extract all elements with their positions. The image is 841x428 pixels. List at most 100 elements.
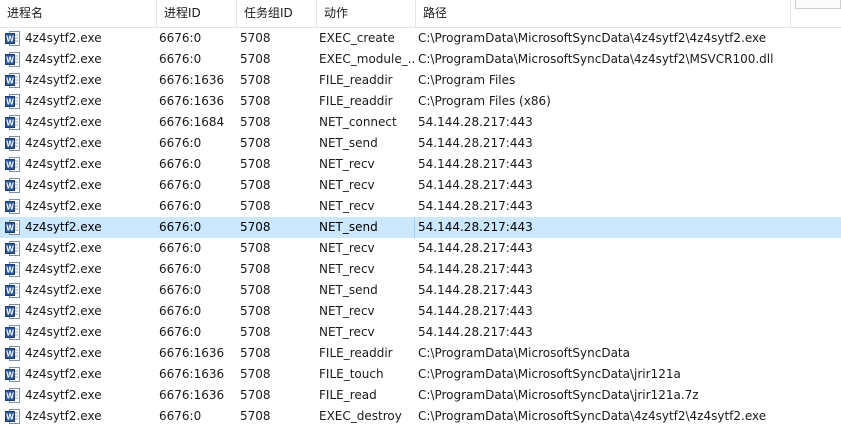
action-cell: NET_send [319,220,378,234]
task-group-id-cell: 5708 [240,157,271,171]
path-cell: C:\ProgramData\MicrosoftSyncData [418,346,630,360]
svg-text:W: W [6,371,14,380]
process-id-cell: 6676:0 [159,157,202,171]
path-cell: C:\ProgramData\MicrosoftSyncData\jrir121… [418,388,699,402]
header-corner-box [795,0,841,9]
column-header-task-group-id[interactable]: 任务组ID [237,0,317,27]
process-name-cell: 4z4sytf2.exe [25,367,102,381]
process-name-cell: 4z4sytf2.exe [25,346,102,360]
svg-text:W: W [6,182,14,191]
path-cell: C:\Program Files [418,73,516,87]
svg-text:W: W [6,140,14,149]
table-row[interactable]: W 4z4sytf2.exe 6676:0 5708 NET_recv 54.144.28… [0,259,841,280]
table-row[interactable]: W 4z4sytf2.exe 6676:0 5708 NET_recv 54.144.28… [0,154,841,175]
process-id-cell: 6676:0 [159,304,202,318]
table-row[interactable]: W 4z4sytf2.exe 6676:1684 5708 NET_connect 54.… [0,112,841,133]
action-cell: NET_connect [319,115,397,129]
word-document-icon: W [5,283,20,298]
word-document-icon: W [5,409,20,424]
svg-text:W: W [6,161,14,170]
process-id-cell: 6676:1636 [159,346,225,360]
word-document-icon: W [5,157,20,172]
table-header: 进程名 进程ID 任务组ID 动作 路径 [0,0,841,28]
task-group-id-cell: 5708 [240,325,271,339]
word-document-icon: W [5,178,20,193]
table-row[interactable]: W 4z4sytf2.exe 6676:0 5708 NET_recv 54.144.28… [0,322,841,343]
action-cell: NET_recv [319,241,375,255]
table-row[interactable]: W 4z4sytf2.exe 6676:1636 5708 FILE_readdir C:… [0,343,841,364]
column-header-action[interactable]: 动作 [317,0,416,27]
action-cell: FILE_touch [319,367,384,381]
table-row[interactable]: W 4z4sytf2.exe 6676:0 5708 NET_send 54.144.28… [0,133,841,154]
process-name-cell: 4z4sytf2.exe [25,157,102,171]
process-id-cell: 6676:0 [159,52,202,66]
process-name-cell: 4z4sytf2.exe [25,52,102,66]
path-cell: 54.144.28.217:443 [418,241,533,255]
process-id-cell: 6676:0 [159,199,202,213]
action-cell: NET_recv [319,199,375,213]
path-cell: 54.144.28.217:443 [418,220,533,234]
action-cell: NET_recv [319,262,375,276]
process-name-cell: 4z4sytf2.exe [25,325,102,339]
table-row[interactable]: W 4z4sytf2.exe 6676:0 5708 EXEC_create C:\Pro… [0,28,841,49]
task-group-id-cell: 5708 [240,199,271,213]
process-name-cell: 4z4sytf2.exe [25,220,102,234]
process-name-cell: 4z4sytf2.exe [25,241,102,255]
column-header-path[interactable]: 路径 [416,0,791,27]
table-row[interactable]: W 4z4sytf2.exe 6676:0 5708 NET_recv 54.144.28… [0,238,841,259]
action-cell: NET_send [319,136,378,150]
process-id-cell: 6676:0 [159,409,202,423]
word-document-icon: W [5,199,20,214]
task-group-id-cell: 5708 [240,220,271,234]
action-cell: FILE_readdir [319,94,393,108]
table-row[interactable]: W 4z4sytf2.exe 6676:0 5708 EXEC_module_... C:… [0,49,841,70]
process-id-cell: 6676:0 [159,178,202,192]
process-event-table: 进程名 进程ID 任务组ID 动作 路径 W 4z4sytf2.exe 6676:0… [0,0,841,428]
path-cell: 54.144.28.217:443 [418,115,533,129]
word-document-icon: W [5,73,20,88]
svg-text:W: W [6,266,14,275]
table-row[interactable]: W 4z4sytf2.exe 6676:0 5708 NET_recv 54.144.28… [0,196,841,217]
table-row[interactable]: W 4z4sytf2.exe 6676:0 5708 NET_send 54.144.28… [0,280,841,301]
svg-text:W: W [6,35,14,44]
table-row[interactable]: W 4z4sytf2.exe 6676:0 5708 NET_recv 54.144.28… [0,301,841,322]
process-id-cell: 6676:0 [159,283,202,297]
path-cell: 54.144.28.217:443 [418,262,533,276]
path-cell: C:\ProgramData\MicrosoftSyncData\4z4sytf… [418,31,767,45]
path-cell: C:\ProgramData\MicrosoftSyncData\jrir121… [418,367,681,381]
column-header-process-name[interactable]: 进程名 [0,0,157,27]
task-group-id-cell: 5708 [240,31,271,45]
svg-text:W: W [6,392,14,401]
table-row[interactable]: W 4z4sytf2.exe 6676:0 5708 EXEC_destroy C:\Pr… [0,406,841,427]
task-group-id-cell: 5708 [240,115,271,129]
process-id-cell: 6676:0 [159,325,202,339]
table-row[interactable]: W 4z4sytf2.exe 6676:1636 5708 FILE_read C:\Pr… [0,385,841,406]
task-group-id-cell: 5708 [240,94,271,108]
path-cell: 54.144.28.217:443 [418,325,533,339]
process-name-cell: 4z4sytf2.exe [25,73,102,87]
word-document-icon: W [5,241,20,256]
table-row[interactable]: W 4z4sytf2.exe 6676:1636 5708 FILE_touch C:\P… [0,364,841,385]
svg-text:W: W [6,56,14,65]
word-document-icon: W [5,388,20,403]
table-row[interactable]: W 4z4sytf2.exe 6676:1636 5708 FILE_readdir C:… [0,91,841,112]
process-name-cell: 4z4sytf2.exe [25,388,102,402]
task-group-id-cell: 5708 [240,52,271,66]
action-cell: FILE_readdir [319,346,393,360]
action-cell: NET_recv [319,157,375,171]
path-cell: 54.144.28.217:443 [418,157,533,171]
path-cell: 54.144.28.217:443 [418,304,533,318]
table-row[interactable]: W 4z4sytf2.exe 6676:0 5708 NET_send 54.144.28… [0,217,841,238]
svg-text:W: W [6,413,14,422]
task-group-id-cell: 5708 [240,178,271,192]
word-document-icon: W [5,52,20,67]
process-id-cell: 6676:1636 [159,73,225,87]
table-row[interactable]: W 4z4sytf2.exe 6676:1636 5708 FILE_readdir C:… [0,70,841,91]
action-cell: EXEC_module_... [319,52,414,66]
column-header-process-id[interactable]: 进程ID [157,0,237,27]
process-name-cell: 4z4sytf2.exe [25,199,102,213]
svg-text:W: W [6,287,14,296]
table-row[interactable]: W 4z4sytf2.exe 6676:0 5708 NET_recv 54.144.28… [0,175,841,196]
task-group-id-cell: 5708 [240,388,271,402]
svg-text:W: W [6,203,14,212]
